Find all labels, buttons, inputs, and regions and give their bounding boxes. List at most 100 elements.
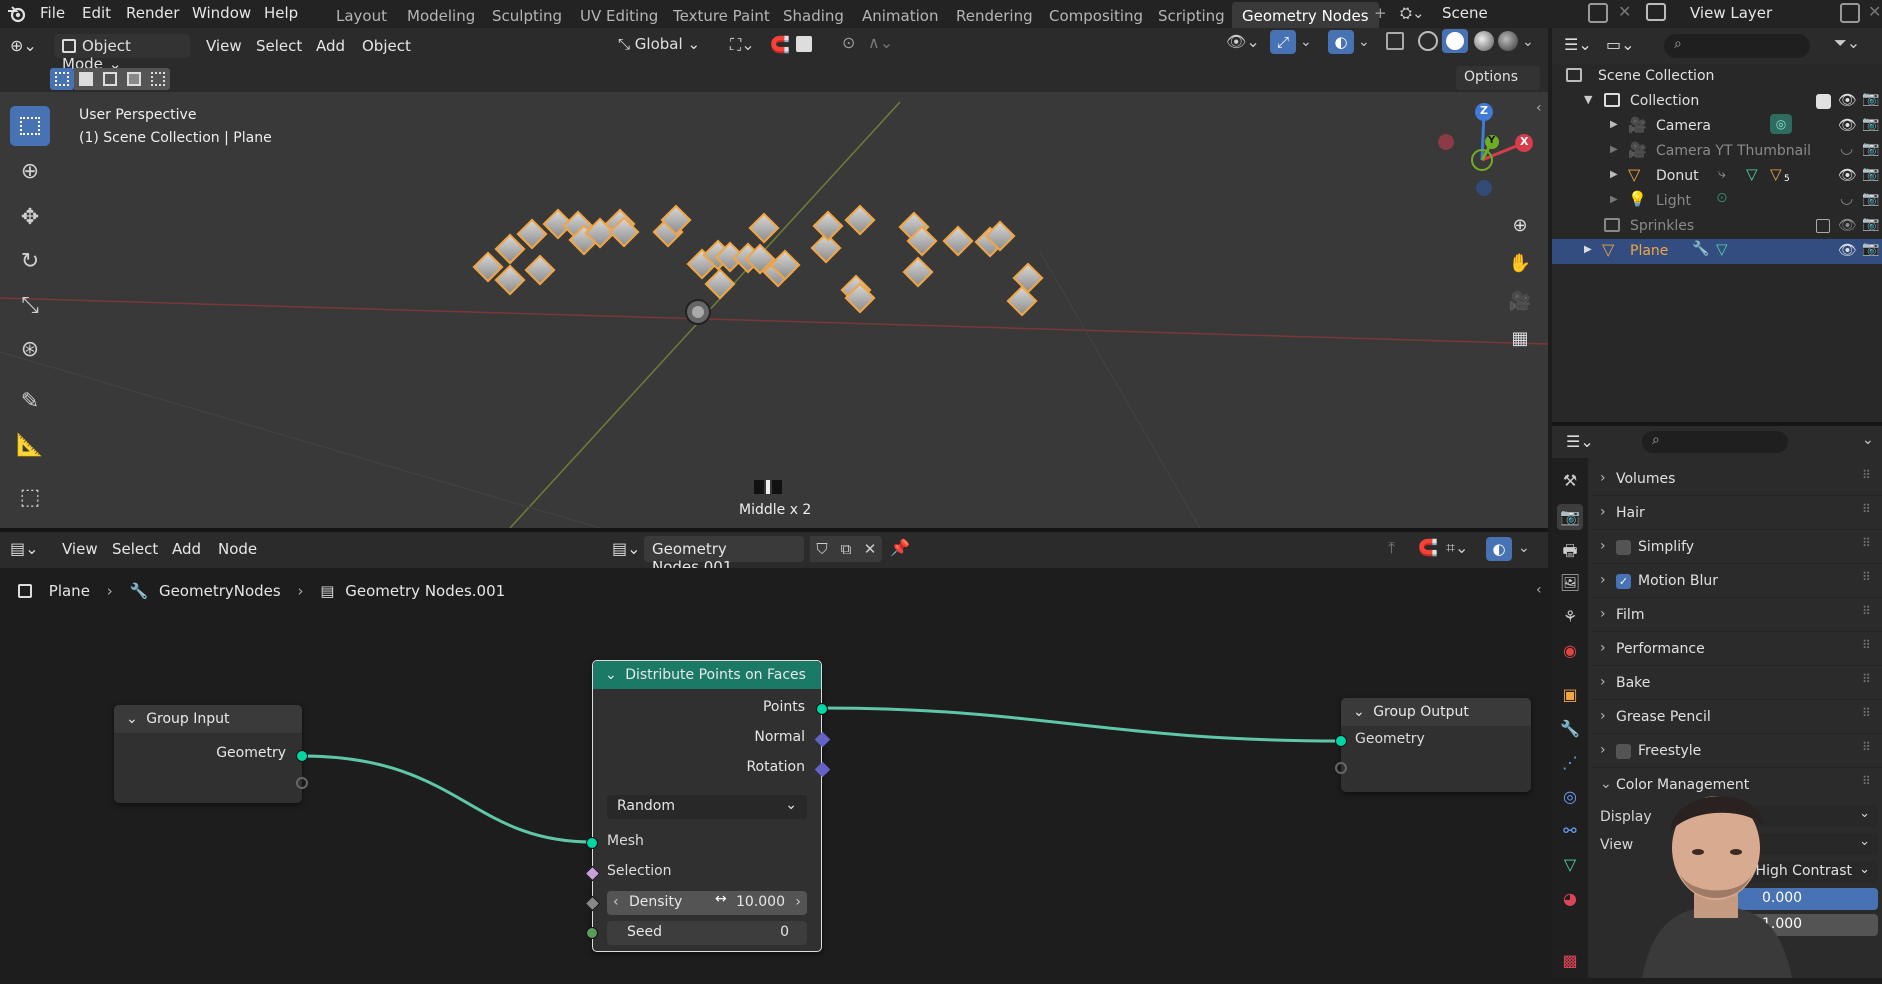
menu-edit[interactable]: Edit (82, 4, 111, 22)
sprinkle-points[interactable] (472, 204, 1044, 317)
viewport-menu-select[interactable]: Select (256, 37, 302, 55)
add-workspace-button[interactable]: + (1374, 4, 1387, 22)
shading-dropdown-icon[interactable]: ⌄ (1522, 34, 1534, 50)
drag-handle-icon[interactable]: ⠿ (1862, 502, 1871, 516)
select-invert-icon[interactable] (122, 68, 146, 90)
unlink-icon[interactable]: ✕ (858, 536, 882, 562)
tab-scripting[interactable]: Scripting (1158, 7, 1225, 25)
eye-closed-icon[interactable]: ◡ (1840, 189, 1853, 207)
falloff-icon[interactable]: ∧⌄ (868, 33, 893, 52)
display-mode-icon[interactable]: ▭⌄ (1606, 35, 1635, 54)
tab-geometry-nodes[interactable]: Geometry Nodes (1232, 2, 1379, 31)
panel-simplify[interactable]: › Simplify ⠿ (1592, 532, 1882, 564)
select-box-tool[interactable] (10, 106, 50, 146)
blender-logo-icon[interactable] (6, 3, 28, 25)
modifier-tab[interactable]: 🔧 (1557, 716, 1583, 742)
collection-exclude-checkbox[interactable] (1816, 94, 1831, 109)
panel-bake[interactable]: › Bake ⠿ (1592, 668, 1882, 700)
physics-tab[interactable]: ◎ (1557, 784, 1583, 810)
scene-tab[interactable]: ⚘ (1557, 604, 1583, 630)
gizmo-toggle-icon[interactable]: ⤢ (1270, 30, 1296, 54)
gizmo-dropdown-icon[interactable]: ⌄ (1300, 34, 1312, 50)
annotate-tool[interactable]: ✎ (10, 382, 50, 422)
pan-button[interactable]: ✋ (1503, 247, 1537, 281)
overlays-dropdown-icon[interactable]: ⌄ (1358, 34, 1370, 50)
node-menu-add[interactable]: Add (172, 540, 201, 558)
render-camera-icon[interactable]: 📷 (1862, 216, 1879, 232)
tab-sculpting[interactable]: Sculpting (492, 7, 562, 25)
pin-icon[interactable]: 📌 (890, 538, 910, 557)
select-subtract-icon[interactable] (98, 68, 122, 90)
fake-user-icon[interactable]: ⛉ (810, 536, 834, 562)
close-scene-icon[interactable]: ✕ (1618, 2, 1631, 21)
drag-handle-icon[interactable]: ⠿ (1862, 706, 1871, 720)
node-tree-browse-icon[interactable]: ▤⌄ (612, 539, 641, 558)
outliner-row-donut[interactable]: ▶ ▽ Donut ⤷ ▽ ▽ 5 👁 📷 (1552, 164, 1882, 189)
collapse-chevron-icon[interactable]: ⌄ (1353, 704, 1365, 720)
group-output-geometry-socket[interactable] (1335, 735, 1347, 747)
increment-icon[interactable]: › (795, 894, 801, 910)
options-dropdown[interactable]: Options ⌄ (1456, 66, 1540, 101)
xray-icon[interactable] (1386, 32, 1404, 50)
drag-handle-icon[interactable]: ⠿ (1862, 536, 1871, 550)
move-tool[interactable]: ✥ (10, 198, 50, 238)
scene-selector[interactable]: ⛭⌄ Scene ✕ (1396, 2, 1631, 26)
link-points-to-geometry[interactable] (821, 706, 1342, 743)
world-tab[interactable]: ◉ (1557, 638, 1583, 664)
expand-right-icon[interactable]: ▶ (1610, 194, 1618, 205)
transform-orientation-dropdown[interactable]: ⤡ Global ⌄ (618, 35, 714, 59)
outliner-row-plane[interactable]: ▶ ▽ Plane 🔧 ▽ 👁 📷 (1552, 239, 1882, 264)
editor-type-icon[interactable]: ⊕⌄ (10, 36, 37, 55)
sidebar-toggle-icon[interactable]: ‹ (1536, 100, 1542, 116)
output-tab[interactable]: 🖶 (1557, 538, 1583, 564)
group-input-empty-socket[interactable] (296, 777, 308, 789)
tab-modeling[interactable]: Modeling (407, 7, 475, 25)
duplicate-icon[interactable]: ⧉ (834, 536, 858, 562)
distribute-method-dropdown[interactable]: Random ⌄ (607, 795, 807, 819)
add-cube-tool[interactable]: ⬚ (10, 478, 50, 518)
panel-hair[interactable]: › Hair ⠿ (1592, 498, 1882, 530)
render-camera-icon[interactable]: 📷 (1862, 116, 1879, 132)
menu-render[interactable]: Render (126, 4, 179, 22)
render-camera-icon[interactable]: 📷 (1862, 166, 1879, 182)
points-output-socket[interactable] (816, 703, 828, 715)
mode-dropdown[interactable]: Object Mode ⌄ (54, 34, 190, 73)
collapse-chevron-icon[interactable]: ⌄ (126, 711, 138, 727)
constraints-tab[interactable]: ⚯ (1557, 818, 1583, 844)
node-editor-canvas[interactable]: Plane › 🔧 GeometryNodes › ▤ Geometry Nod… (0, 568, 1548, 978)
eye-icon[interactable]: 👁 (1838, 241, 1857, 259)
transform-tool[interactable]: ⊛ (10, 330, 50, 370)
properties-type-icon[interactable]: ☰⌄ (1566, 432, 1594, 451)
overlays-toggle-icon[interactable]: ◐ (1328, 30, 1354, 54)
expand-right-icon[interactable]: ▶ (1610, 169, 1618, 180)
tab-layout[interactable]: Layout (336, 7, 387, 25)
panel-motion-blur[interactable]: › ✓ Motion Blur ⠿ (1592, 566, 1882, 598)
zoom-button[interactable]: ⊕ (1503, 209, 1537, 243)
render-tab[interactable]: 📷 (1557, 504, 1583, 530)
drag-handle-icon[interactable]: ⠿ (1862, 570, 1871, 584)
panel-performance[interactable]: › Performance ⠿ (1592, 634, 1882, 666)
render-camera-icon[interactable]: 📷 (1862, 191, 1879, 207)
panel-grease-pencil[interactable]: › Grease Pencil ⠿ (1592, 702, 1882, 734)
outliner-type-icon[interactable]: ☰⌄ (1564, 35, 1592, 54)
drag-handle-icon[interactable]: ⠿ (1862, 740, 1871, 754)
motion-blur-checkbox[interactable]: ✓ (1616, 574, 1631, 589)
material-tab[interactable]: ◕ (1557, 886, 1583, 912)
snap-target-icon[interactable] (796, 36, 812, 52)
filter-icon[interactable]: ⏷⌄ (1834, 33, 1860, 53)
data-tab[interactable]: ▽ (1557, 852, 1583, 878)
collection-exclude-checkbox[interactable] (1816, 219, 1830, 233)
tab-rendering[interactable]: Rendering (956, 7, 1033, 25)
panel-volumes[interactable]: › Volumes ⠿ (1592, 464, 1882, 496)
shading-solid-icon[interactable] (1442, 29, 1468, 53)
camera-data-icon[interactable]: ◎ (1770, 114, 1792, 134)
parent-tree-icon[interactable]: ⤒ (1388, 538, 1395, 558)
menu-help[interactable]: Help (264, 4, 298, 22)
texture-tab[interactable]: ▩ (1557, 948, 1583, 974)
eye-icon[interactable]: 👁 (1838, 216, 1857, 234)
copy-scene-icon[interactable] (1588, 3, 1608, 23)
outliner-row-light[interactable]: ▶ 💡 Light ⊙ ◡ 📷 (1552, 189, 1882, 214)
render-camera-icon[interactable]: 📷 (1862, 91, 1879, 107)
eye-closed-icon[interactable]: ◡ (1840, 139, 1853, 157)
snap-icon[interactable]: 🧲 (770, 35, 790, 54)
